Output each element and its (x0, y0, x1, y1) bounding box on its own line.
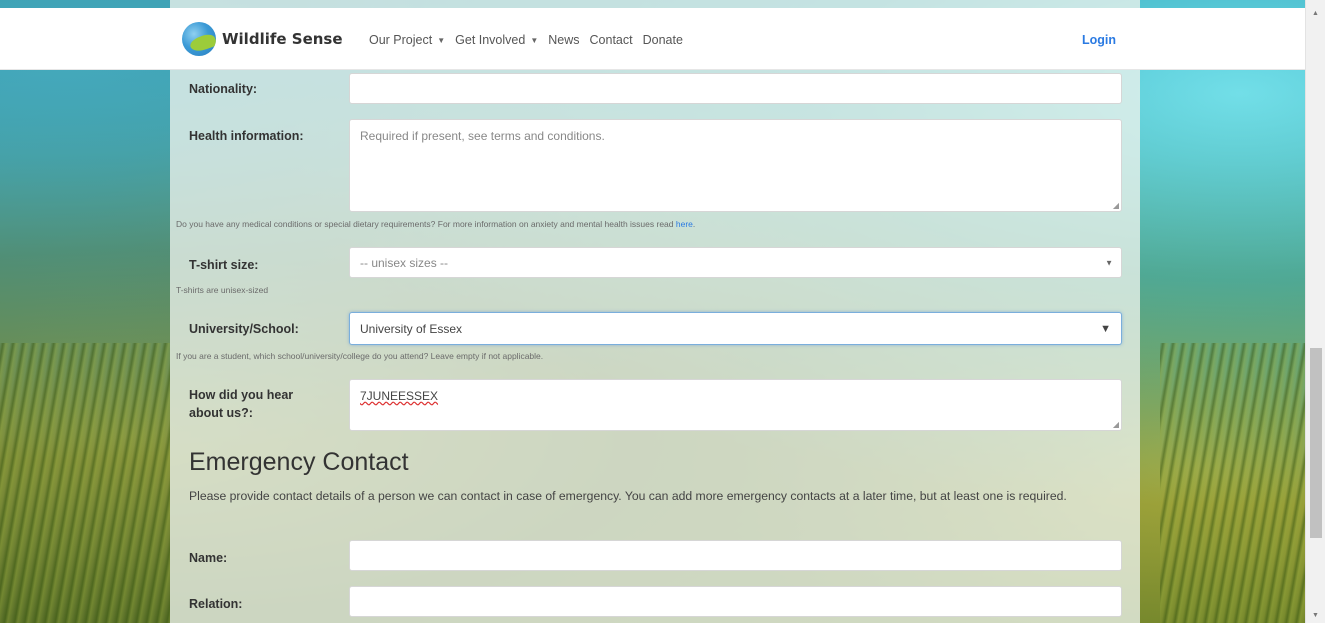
health-info-help: Do you have any medical conditions or sp… (176, 219, 695, 229)
chevron-down-icon: ▼ (1105, 258, 1113, 267)
seagrass-right (1160, 343, 1325, 623)
health-info-label: Health information: (189, 129, 304, 143)
emergency-name-input[interactable] (349, 540, 1122, 571)
nationality-label: Nationality: (189, 82, 258, 96)
seagrass-left (0, 343, 170, 623)
university-help: If you are a student, which school/unive… (176, 351, 544, 361)
nav-item-news[interactable]: News (548, 33, 579, 47)
brand-name: Wildlife Sense (222, 30, 343, 48)
scroll-up-arrow-icon[interactable]: ▲ (1312, 10, 1319, 17)
resize-handle-icon[interactable]: ◢ (1113, 201, 1119, 210)
hear-about-textarea[interactable]: 7JUNEESSEX ◢ (349, 379, 1122, 431)
university-label: University/School: (189, 322, 299, 336)
wildlife-sense-logo-icon (182, 22, 216, 56)
tshirt-help: T-shirts are unisex-sized (176, 285, 269, 295)
nav-item-label: Contact (589, 33, 633, 47)
navbar: Wildlife Sense Our Project ▼ Get Involve… (0, 8, 1305, 70)
hear-about-label-line2: about us?: (189, 406, 253, 420)
tshirt-label: T-shirt size: (189, 258, 259, 272)
nav-item-donate[interactable]: Donate (643, 33, 683, 47)
help-period: . (692, 219, 696, 229)
resize-handle-icon[interactable]: ◢ (1113, 420, 1119, 429)
page-scrollbar[interactable]: ▲ ▼ (1305, 0, 1325, 623)
scroll-down-arrow-icon[interactable]: ▼ (1312, 612, 1319, 619)
nav-item-label: News (548, 33, 580, 47)
nav-item-contact[interactable]: Contact (590, 33, 633, 47)
university-select-value: University of Essex (360, 322, 463, 336)
caret-down-icon: ▼ (530, 35, 539, 45)
tshirt-select[interactable]: -- unisex sizes -- ▼ (349, 247, 1122, 278)
emergency-relation-label: Relation: (189, 597, 243, 611)
nav-item-our-project[interactable]: Our Project ▼ (369, 33, 445, 47)
nav-item-get-involved[interactable]: Get Involved ▼ (455, 33, 538, 47)
brand[interactable]: Wildlife Sense (182, 22, 343, 56)
caret-down-icon: ▼ (437, 35, 446, 45)
login-link[interactable]: Login (1082, 33, 1116, 47)
hear-about-label: How did you hear about us?: (189, 386, 293, 422)
emergency-contact-description: Please provide contact details of a pers… (189, 489, 1067, 503)
anxiety-info-link[interactable]: here (676, 219, 693, 229)
hear-about-value: 7JUNEESSEX (360, 389, 439, 403)
nav-item-label: Donate (642, 33, 683, 47)
hear-about-label-line1: How did you hear (189, 388, 294, 402)
health-help-text: Do you have any medical conditions or sp… (176, 219, 676, 229)
health-info-textarea[interactable]: Required if present, see terms and condi… (349, 119, 1122, 212)
emergency-contact-heading: Emergency Contact (189, 448, 409, 476)
chevron-down-icon: ▼ (1100, 322, 1111, 335)
emergency-relation-input[interactable] (349, 586, 1122, 617)
nationality-input[interactable] (349, 73, 1122, 104)
health-info-placeholder: Required if present, see terms and condi… (360, 129, 605, 143)
nav-item-label: Our Project (369, 33, 433, 47)
emergency-name-label: Name: (189, 551, 228, 565)
tshirt-select-value: -- unisex sizes -- (360, 256, 449, 270)
nav-links: Our Project ▼ Get Involved ▼ News Contac… (369, 33, 683, 47)
scrollbar-thumb[interactable] (1310, 348, 1322, 538)
nav-item-label: Get Involved (455, 33, 526, 47)
university-select[interactable]: University of Essex ▼ (349, 312, 1122, 345)
